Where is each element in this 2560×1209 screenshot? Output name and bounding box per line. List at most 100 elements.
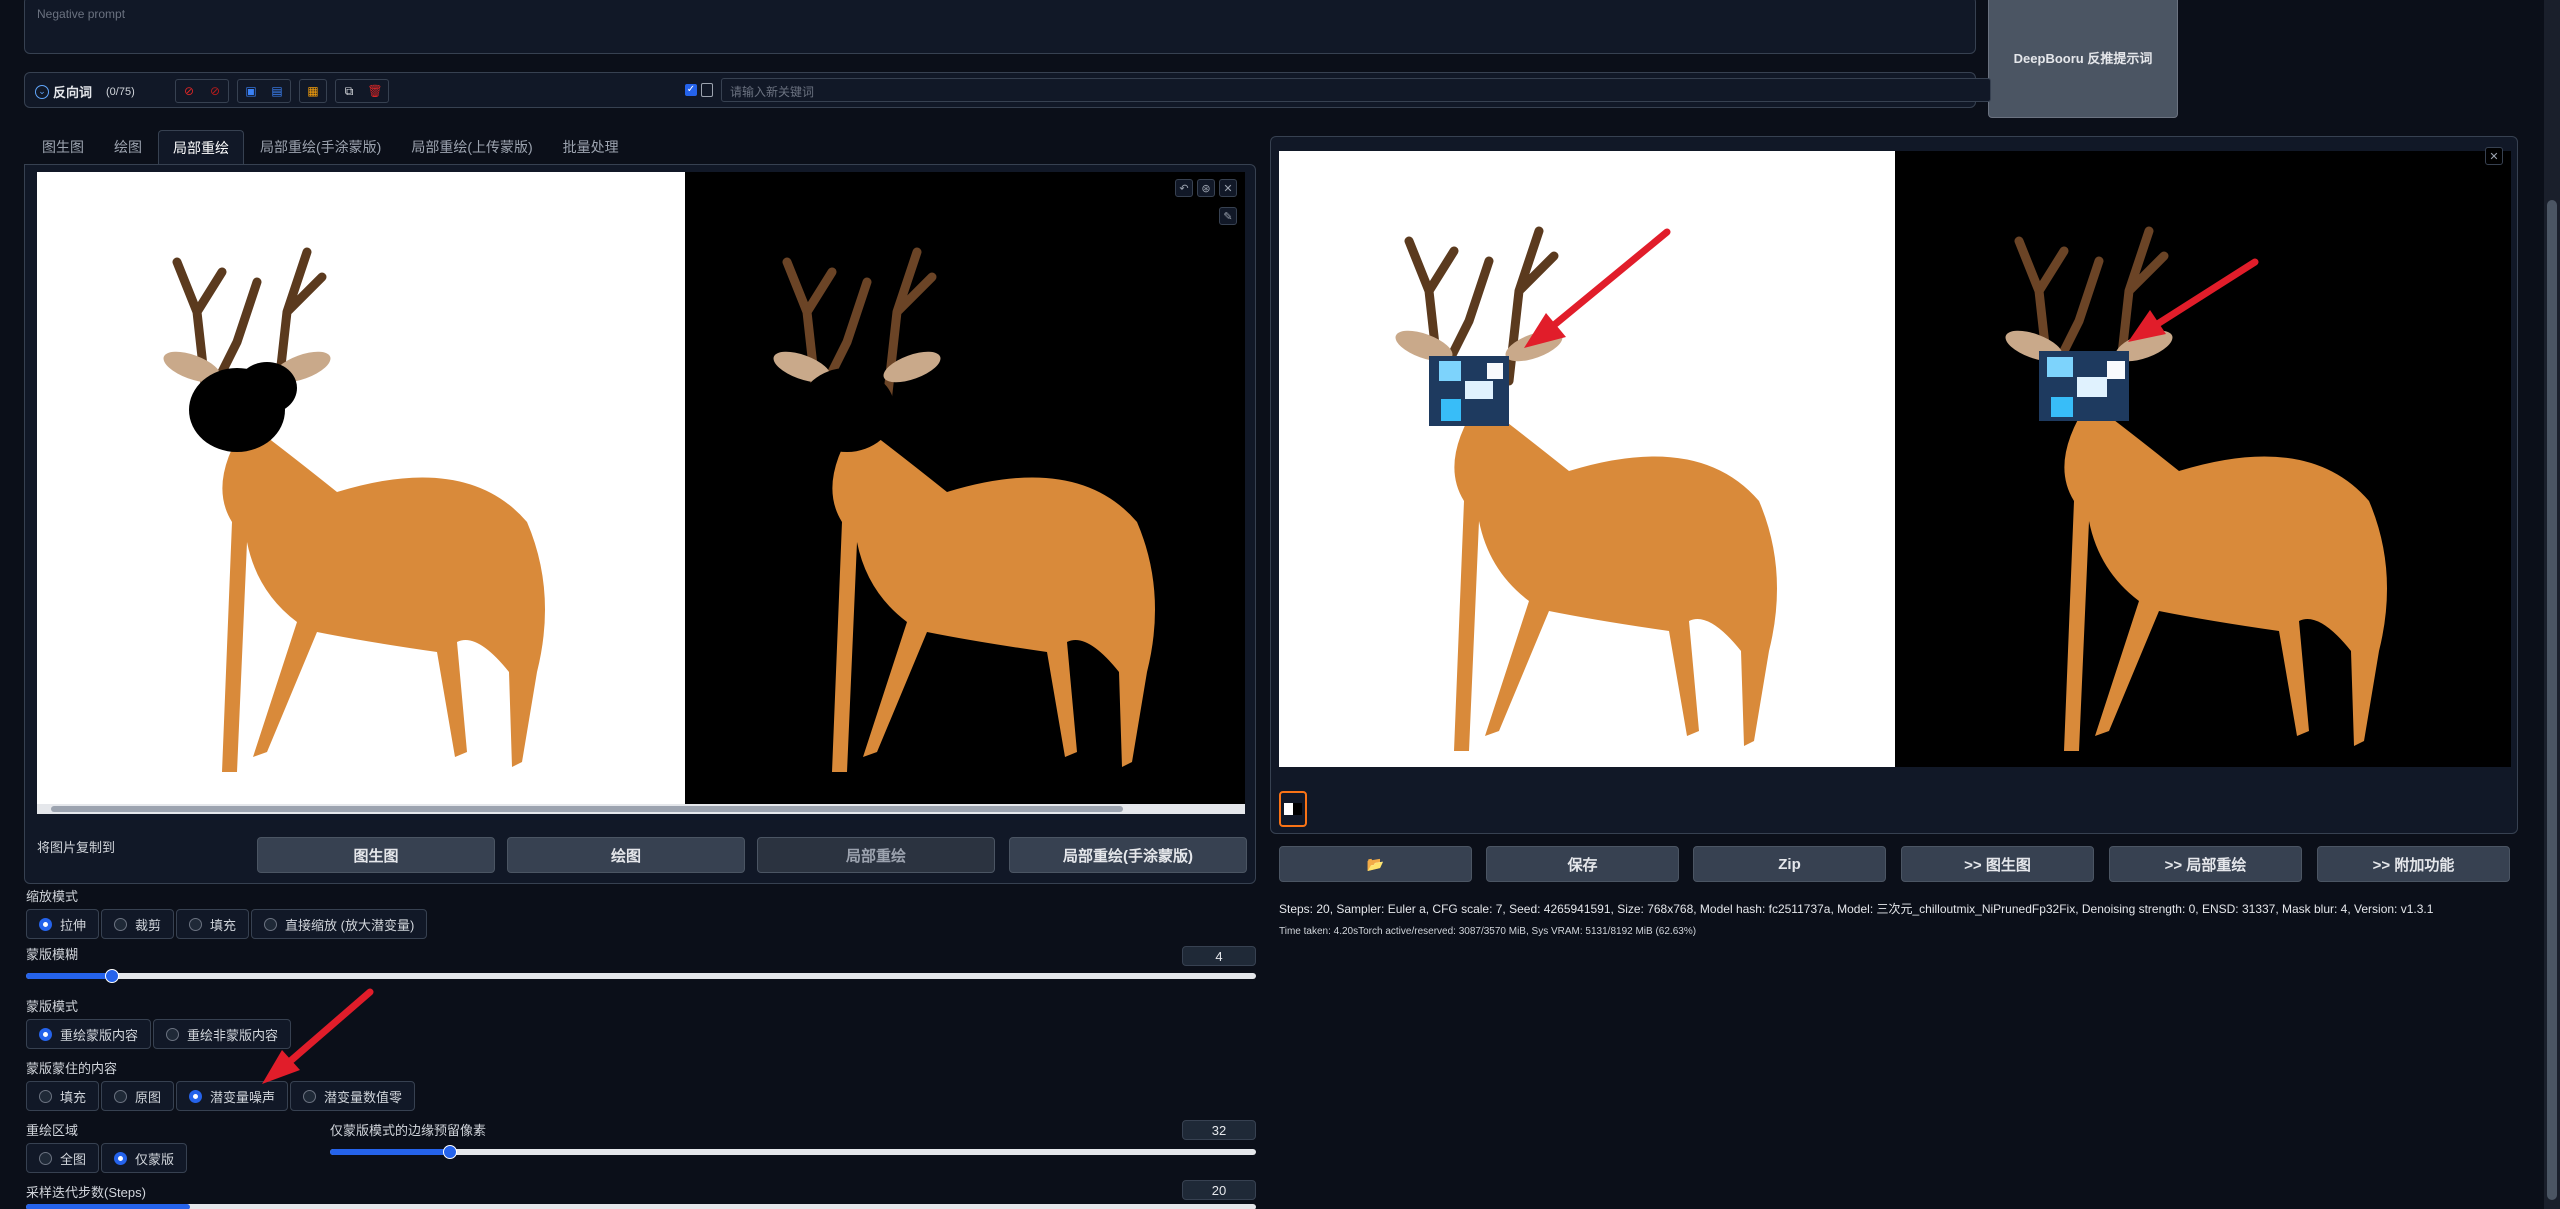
negative-label: 反向词: [53, 85, 93, 100]
canvas-scrollbar[interactable]: [37, 804, 1245, 814]
mask-blur-label: 蒙版模糊: [26, 947, 79, 962]
padding-slider[interactable]: [330, 1145, 1256, 1159]
padding-knob[interactable]: [443, 1145, 458, 1159]
close-icon[interactable]: ✕: [2485, 147, 2503, 165]
undo-icon[interactable]: ↶: [1175, 179, 1193, 197]
masked-content-latent-nothing[interactable]: 潜变量数值零: [290, 1081, 416, 1111]
open-folder-button[interactable]: 📂: [1279, 846, 1472, 882]
resize-option-crop[interactable]: 裁剪: [101, 909, 175, 939]
keyword-mode-icon[interactable]: [701, 83, 713, 97]
radio-dot: [114, 1089, 128, 1103]
send-to-img2img-button[interactable]: >> 图生图: [1901, 846, 2094, 882]
brush-icon[interactable]: ✎: [1219, 207, 1237, 225]
duplicate-icon[interactable]: ⧉: [336, 80, 362, 102]
copy-to-img2img-label: 图生图: [353, 847, 399, 865]
tab-img2img[interactable]: 图生图: [28, 130, 98, 164]
mask-mode-label: 蒙版模式: [26, 999, 79, 1014]
padding-fill: [330, 1149, 451, 1155]
masked-content-fill[interactable]: 填充: [26, 1081, 100, 1111]
inpaint-area-group: 全图 仅蒙版: [26, 1143, 188, 1173]
resize-option-latent[interactable]: 直接缩放 (放大潜变量): [251, 909, 428, 939]
resize-option-fill[interactable]: 填充: [176, 909, 250, 939]
tab-sketch[interactable]: 绘图: [100, 130, 156, 164]
copy-to-sketch-label: 绘图: [610, 847, 641, 865]
deer-image-right: [773, 247, 1155, 772]
tab-inpaint-upload[interactable]: 局部重绘(上传蒙版): [397, 130, 546, 164]
inpaint-area-whole[interactable]: 全图: [26, 1143, 100, 1173]
history-icon[interactable]: ▦: [300, 80, 326, 102]
radio-dot: [39, 1151, 52, 1165]
img2img-tabs: 图生图 绘图 局部重绘 局部重绘(手涂蒙版) 局部重绘(上传蒙版) 批量处理: [28, 130, 633, 164]
send-to-img2img-label: >> 图生图: [1964, 856, 2031, 874]
tab-inpaint[interactable]: 局部重绘: [158, 130, 244, 164]
negative-prompt-placeholder: Negative prompt: [37, 7, 126, 21]
send-to-extras-button[interactable]: >> 附加功能: [2317, 846, 2510, 882]
folder-icon: 📂: [1366, 855, 1385, 872]
copy-to-sketch-button[interactable]: 绘图: [507, 837, 745, 873]
steps-fill: [26, 1204, 190, 1209]
mask-blur-value[interactable]: 4: [1182, 946, 1256, 966]
output-image[interactable]: [1279, 151, 2511, 767]
masked-content-option-label: 原图: [135, 1089, 162, 1105]
copy-icon[interactable]: ▣: [238, 80, 264, 102]
mask-mode-inpaint-not-masked[interactable]: 重绘非蒙版内容: [153, 1019, 292, 1049]
steps-label: 采样迭代步数(Steps): [26, 1185, 146, 1200]
inpaint-area-option-label: 仅蒙版: [135, 1151, 175, 1167]
radio-dot: [114, 917, 128, 931]
thumbnail-image: [1284, 803, 1302, 815]
save-button[interactable]: 保存: [1486, 846, 1679, 882]
radio-dot: [264, 917, 278, 931]
steps-slider[interactable]: [26, 1204, 1256, 1209]
remove-icon[interactable]: ⊘: [202, 80, 228, 102]
inpaint-area-option-label: 全图: [60, 1151, 87, 1167]
masked-content-original[interactable]: 原图: [101, 1081, 175, 1111]
inpaint-area-label: 重绘区域: [26, 1123, 79, 1138]
scrollbar-thumb[interactable]: [51, 806, 1123, 812]
negative-prompt-box[interactable]: Negative prompt: [24, 0, 1976, 54]
output-gallery: ✕: [1270, 136, 2518, 834]
copy-to-img2img-button[interactable]: 图生图: [257, 837, 495, 873]
mask-blur-fill: [26, 973, 113, 979]
send-to-extras-label: >> 附加功能: [2372, 856, 2455, 874]
copy-to-label: 将图片复制到: [37, 840, 116, 855]
deepbooru-label: DeepBooru 反推提示词: [2013, 50, 2153, 66]
radio-dot: [303, 1089, 317, 1103]
inpaint-panel: ↶ ⊛ ✕ ✎ 将图片复制到 图生图 绘图 局部重绘 局部重绘(手涂蒙版): [24, 164, 1256, 884]
radio-dot: [114, 1151, 128, 1165]
resize-option-label: 拉伸: [60, 917, 87, 933]
collapse-toggle[interactable]: ⌄ 反向词 (0/75): [35, 82, 135, 101]
mask-blur-knob[interactable]: [105, 969, 120, 983]
padding-value[interactable]: 32: [1182, 1120, 1256, 1140]
copy-to-inpaint-sketch-button[interactable]: 局部重绘(手涂蒙版): [1009, 837, 1247, 873]
page-scrollbar-thumb[interactable]: [2547, 200, 2557, 1200]
tab-batch[interactable]: 批量处理: [549, 130, 633, 164]
radio-dot: [39, 1027, 52, 1041]
tab-inpaint-sketch[interactable]: 局部重绘(手涂蒙版): [246, 130, 395, 164]
mask-mode-inpaint-masked[interactable]: 重绘蒙版内容: [26, 1019, 152, 1049]
send-to-inpaint-button[interactable]: >> 局部重绘: [2109, 846, 2302, 882]
keyword-input[interactable]: 请输入新关键词: [721, 78, 1991, 102]
inpaint-canvas[interactable]: [37, 172, 1245, 814]
copy-to-inpaint-label: 局部重绘: [845, 847, 906, 865]
clear-icon[interactable]: ⊘: [176, 80, 202, 102]
page-scrollbar[interactable]: [2544, 0, 2560, 1209]
close-icon[interactable]: ✕: [1219, 179, 1237, 197]
mask-blur-slider[interactable]: [26, 969, 1256, 983]
resize-option-stretch[interactable]: 拉伸: [26, 909, 100, 939]
paste-icon[interactable]: ▤: [264, 80, 290, 102]
trash-icon[interactable]: 🗑: [362, 80, 388, 102]
send-to-inpaint-label: >> 局部重绘: [2164, 856, 2247, 874]
deepbooru-button[interactable]: DeepBooru 反推提示词: [1988, 0, 2178, 118]
zip-button[interactable]: Zip: [1693, 846, 1886, 882]
masked-content-option-label: 潜变量噪声: [210, 1089, 276, 1105]
copy-to-inpaint-button[interactable]: 局部重绘: [757, 837, 995, 873]
keyword-checkbox[interactable]: ✓: [685, 84, 697, 96]
inpaint-area-only-masked[interactable]: 仅蒙版: [101, 1143, 188, 1173]
resize-option-label: 填充: [210, 917, 237, 933]
masked-content-option-label: 潜变量数值零: [324, 1089, 403, 1105]
clear-canvas-icon[interactable]: ⊛: [1197, 179, 1215, 197]
radio-dot: [39, 1089, 52, 1103]
gallery-thumbnail[interactable]: [1279, 791, 1307, 827]
steps-value[interactable]: 20: [1182, 1180, 1256, 1200]
masked-content-latent-noise[interactable]: 潜变量噪声: [176, 1081, 289, 1111]
